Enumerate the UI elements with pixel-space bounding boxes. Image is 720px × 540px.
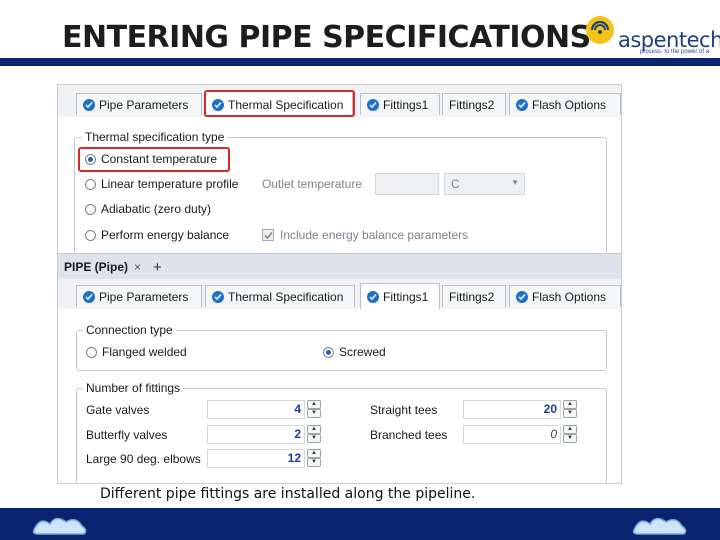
tab-fittings2[interactable]: Fittings2: [442, 93, 506, 115]
spin-down-icon[interactable]: ▼: [563, 409, 577, 418]
tab-fittings1[interactable]: Fittings1: [360, 93, 440, 115]
option-label: Flanged welded: [102, 345, 187, 359]
thermal-group-title: Thermal specification type: [82, 130, 228, 144]
radio-button[interactable]: [85, 203, 96, 215]
gate-valves-label: Gate valves: [86, 403, 150, 417]
tab-label: Fittings1: [383, 97, 429, 112]
tab-label: Fittings2: [449, 97, 495, 112]
connection-group-title: Connection type: [83, 323, 176, 337]
outlet-temperature-unit-select[interactable]: C ▼: [444, 173, 525, 195]
branched-tees-label: Branched tees: [370, 428, 448, 442]
spin-up-icon[interactable]: ▲: [307, 425, 321, 434]
option-label: Adiabatic (zero duty): [101, 202, 212, 216]
tab-pipe-parameters[interactable]: Pipe Parameters: [76, 93, 202, 115]
constant-temp-highlight: [78, 147, 230, 172]
branched-tees-spinner[interactable]: ▲ ▼: [563, 425, 577, 444]
spin-down-icon[interactable]: ▼: [307, 434, 321, 443]
radio-adiabatic[interactable]: Adiabatic (zero duty): [85, 202, 211, 216]
check-circle-icon: [516, 98, 528, 111]
checkbox-label: Include energy balance parameters: [280, 228, 469, 242]
tab-flash-options[interactable]: Flash Options: [509, 285, 621, 307]
straight-tees-label: Straight tees: [370, 403, 438, 417]
doc-tab-pipe[interactable]: PIPE (Pipe) × +: [64, 258, 162, 276]
spin-up-icon[interactable]: ▲: [307, 400, 321, 409]
straight-tees-spinner[interactable]: ▲ ▼: [563, 400, 577, 419]
check-circle-icon: [367, 98, 379, 111]
radio-button[interactable]: [86, 346, 97, 358]
cloud-ornament-icon: [32, 517, 87, 535]
radio-screwed[interactable]: Screwed: [323, 345, 386, 359]
tab-label: Pipe Parameters: [99, 289, 189, 304]
check-circle-icon: [212, 290, 224, 303]
logo-tagline: process. to the power of a: [640, 49, 710, 55]
option-label: Perform energy balance: [101, 228, 230, 242]
checkmark-icon: [263, 231, 273, 239]
radio-button[interactable]: [85, 229, 96, 241]
slide-header: ENTERING PIPE SPECIFICATIONS aspentech p…: [0, 0, 720, 58]
doc-tab-label: PIPE (Pipe): [64, 260, 129, 274]
unit-value: C: [451, 177, 460, 191]
cloud-ornament-icon: [632, 517, 687, 535]
radio-flanged-welded[interactable]: Flanged welded: [86, 345, 187, 359]
elbows-label: Large 90 deg. elbows: [86, 452, 201, 466]
spin-up-icon[interactable]: ▲: [563, 400, 577, 409]
tab-fittings2[interactable]: Fittings2: [442, 285, 506, 307]
checkbox[interactable]: [262, 229, 274, 241]
elbows-spinner[interactable]: ▲ ▼: [307, 449, 321, 468]
elbows-input[interactable]: 12: [207, 449, 305, 468]
spin-down-icon[interactable]: ▼: [563, 434, 577, 443]
close-icon[interactable]: ×: [134, 260, 141, 274]
fittings-group-title: Number of fittings: [83, 381, 184, 395]
slide-caption: Different pipe fittings are installed al…: [100, 486, 476, 502]
tab-flash-options[interactable]: Flash Options: [509, 93, 621, 115]
tab-label: Thermal Specification: [228, 289, 344, 304]
spin-up-icon[interactable]: ▲: [307, 449, 321, 458]
check-circle-icon: [367, 290, 379, 303]
outlet-temperature-input[interactable]: [375, 173, 439, 195]
branched-tees-input[interactable]: 0: [463, 425, 561, 444]
spin-down-icon[interactable]: ▼: [307, 409, 321, 418]
gate-valves-spinner[interactable]: ▲ ▼: [307, 400, 321, 419]
header-band: [0, 58, 720, 66]
butterfly-valves-label: Butterfly valves: [86, 428, 168, 442]
include-energy-checkbox[interactable]: Include energy balance parameters: [262, 228, 468, 242]
tab-thermal-specification[interactable]: Thermal Specification: [205, 285, 355, 307]
radio-button[interactable]: [85, 178, 96, 190]
tab-label: Flash Options: [532, 97, 607, 112]
option-label: Screwed: [339, 345, 386, 359]
spin-up-icon[interactable]: ▲: [563, 425, 577, 434]
add-tab-icon[interactable]: +: [153, 259, 162, 276]
aspen-screenshot: Pipe Parameters Thermal Specification Fi…: [57, 84, 622, 484]
tab-pipe-parameters[interactable]: Pipe Parameters: [76, 285, 202, 307]
fittings-panel: Connection type Flanged welded Screwed N…: [58, 309, 621, 483]
option-label: Linear temperature profile: [101, 177, 239, 191]
tab-label: Flash Options: [532, 289, 607, 304]
tab-label: Pipe Parameters: [99, 97, 189, 112]
outlet-temperature-label: Outlet temperature: [262, 177, 363, 191]
straight-tees-input[interactable]: 20: [463, 400, 561, 419]
check-circle-icon: [83, 98, 95, 111]
radio-perform-energy-balance[interactable]: Perform energy balance: [85, 228, 229, 242]
slide-title: ENTERING PIPE SPECIFICATIONS: [62, 20, 591, 55]
check-circle-icon: [516, 290, 528, 303]
footer-band: [0, 508, 720, 540]
gate-valves-input[interactable]: 4: [207, 400, 305, 419]
spin-down-icon[interactable]: ▼: [307, 458, 321, 467]
butterfly-valves-spinner[interactable]: ▲ ▼: [307, 425, 321, 444]
radio-linear-temperature-profile[interactable]: Linear temperature profile: [85, 177, 238, 191]
butterfly-valves-input[interactable]: 2: [207, 425, 305, 444]
chevron-down-icon: ▼: [511, 178, 519, 187]
thermal-panel: Thermal specification type Constant temp…: [58, 117, 621, 254]
tab-label: Fittings2: [449, 289, 495, 304]
fittings-tabs: Pipe Parameters Thermal Specification Fi…: [58, 283, 621, 309]
radio-button[interactable]: [323, 346, 334, 358]
document-tab-bar: PIPE (Pipe) × +: [58, 253, 621, 279]
tab-fittings1[interactable]: Fittings1: [360, 283, 440, 309]
thermal-tab-highlight: [204, 90, 355, 117]
tab-label: Fittings1: [383, 289, 429, 304]
check-circle-icon: [83, 290, 95, 303]
